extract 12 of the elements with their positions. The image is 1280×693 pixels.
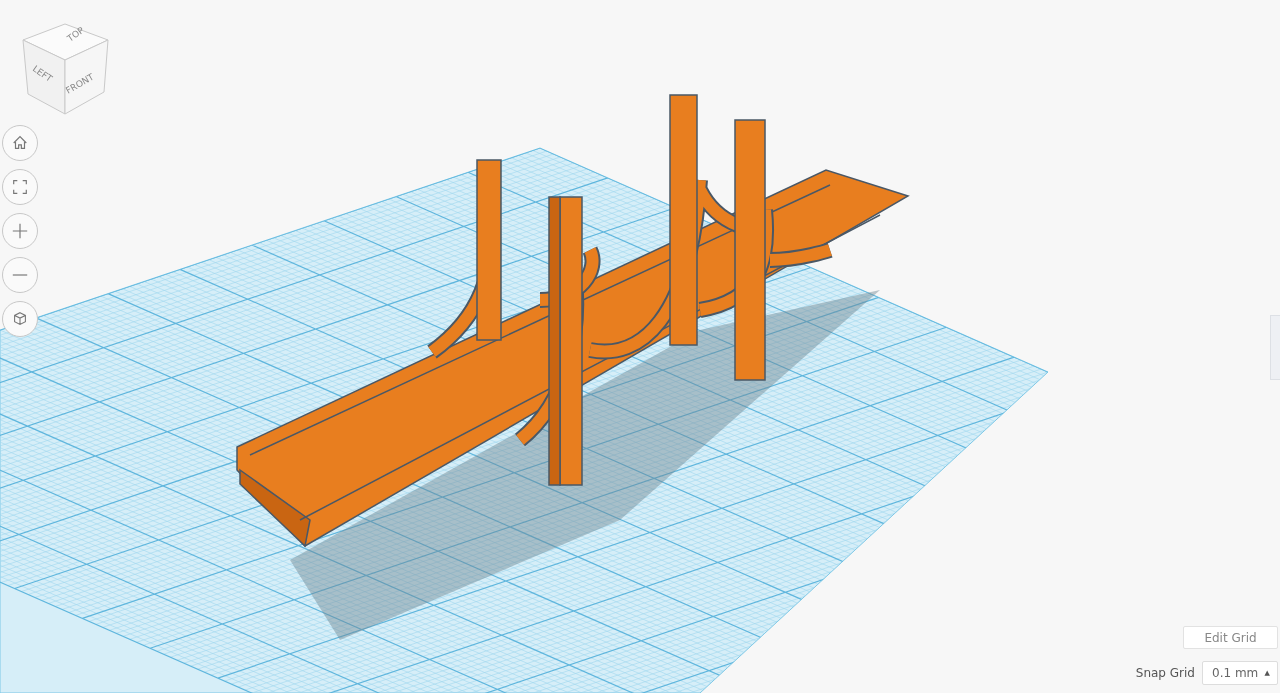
fit-view-button[interactable]	[2, 169, 38, 205]
zoom-out-button[interactable]	[2, 257, 38, 293]
home-view-button[interactable]	[2, 125, 38, 161]
minus-icon	[11, 274, 29, 276]
cube-icon	[11, 310, 29, 328]
zoom-in-button[interactable]	[2, 213, 38, 249]
edit-grid-button[interactable]: Edit Grid	[1183, 626, 1278, 649]
fit-view-icon	[11, 178, 29, 196]
projection-button[interactable]	[2, 301, 38, 337]
snap-grid-label: Snap Grid	[1135, 666, 1195, 680]
plus-icon	[11, 222, 29, 240]
home-icon	[11, 134, 29, 152]
